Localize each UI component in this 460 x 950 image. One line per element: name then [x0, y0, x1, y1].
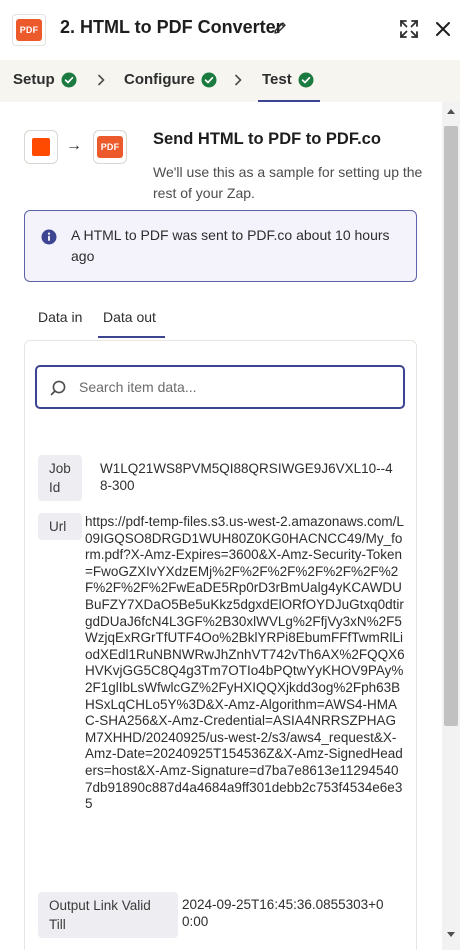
tab-configure[interactable]: Configure — [124, 71, 217, 88]
check-circle-icon — [298, 72, 314, 87]
step-tabs: Setup Configure Test — [0, 60, 460, 102]
step-title-header: 2. HTML to PDF Converter — [60, 17, 283, 37]
trigger-app-icon — [24, 130, 58, 164]
panel-header: PDF 2. HTML to PDF Converter — [0, 0, 460, 60]
field-key-output-link-valid-till: Output Link Valid Till — [38, 892, 178, 938]
zapier-square-icon — [32, 138, 50, 156]
search-box[interactable] — [35, 365, 405, 409]
action-app-icon: PDF — [93, 130, 127, 164]
test-step-description: We'll use this as a sample for setting u… — [153, 164, 423, 201]
field-value-url: https://pdf-temp-files.s3.us-west-2.amaz… — [85, 514, 405, 812]
active-tab-indicator — [258, 100, 320, 102]
search-icon — [50, 380, 66, 396]
search-input[interactable] — [79, 377, 389, 397]
pdf-logo-text: PDF — [97, 136, 123, 158]
check-circle-icon — [201, 72, 217, 87]
scroll-up-arrow-icon[interactable] — [447, 108, 455, 114]
close-icon[interactable] — [432, 18, 454, 40]
tab-test[interactable]: Test — [262, 71, 314, 88]
active-data-tab-indicator — [98, 336, 165, 338]
tab-data-out[interactable]: Data out — [103, 309, 156, 325]
check-circle-icon — [61, 72, 77, 87]
pencil-icon[interactable] — [272, 20, 288, 36]
field-value-output-link-valid-till: 2024-09-25T16:45:36.0855303+00:00 — [182, 897, 384, 929]
info-message: A HTML to PDF was sent to PDF.co about 1… — [71, 227, 390, 264]
pdf-logo-text: PDF — [16, 19, 42, 41]
chevron-right-icon — [234, 74, 242, 86]
arrow-right-icon: → — [66, 137, 82, 154]
scroll-down-arrow-icon[interactable] — [447, 932, 455, 938]
info-notice: A HTML to PDF was sent to PDF.co about 1… — [24, 210, 417, 282]
scrollbar-thumb[interactable] — [444, 126, 458, 726]
info-icon — [41, 229, 57, 245]
field-key-url: Url — [38, 513, 82, 540]
field-key-job-id: Job Id — [38, 455, 82, 501]
expand-icon[interactable] — [398, 18, 420, 40]
chevron-right-icon — [97, 74, 105, 86]
test-step-title: Send HTML to PDF to PDF.co — [153, 130, 381, 148]
tab-setup[interactable]: Setup — [13, 71, 77, 88]
field-value-job-id: W1LQ21WS8PVM5QI88QRSIWGE9J6VXL10--48-300 — [100, 461, 393, 493]
tab-data-in[interactable]: Data in — [38, 309, 82, 325]
tab-test-label: Test — [262, 71, 292, 88]
tab-setup-label: Setup — [13, 71, 55, 88]
pdf-co-app-logo: PDF — [12, 14, 46, 46]
tab-configure-label: Configure — [124, 71, 195, 88]
